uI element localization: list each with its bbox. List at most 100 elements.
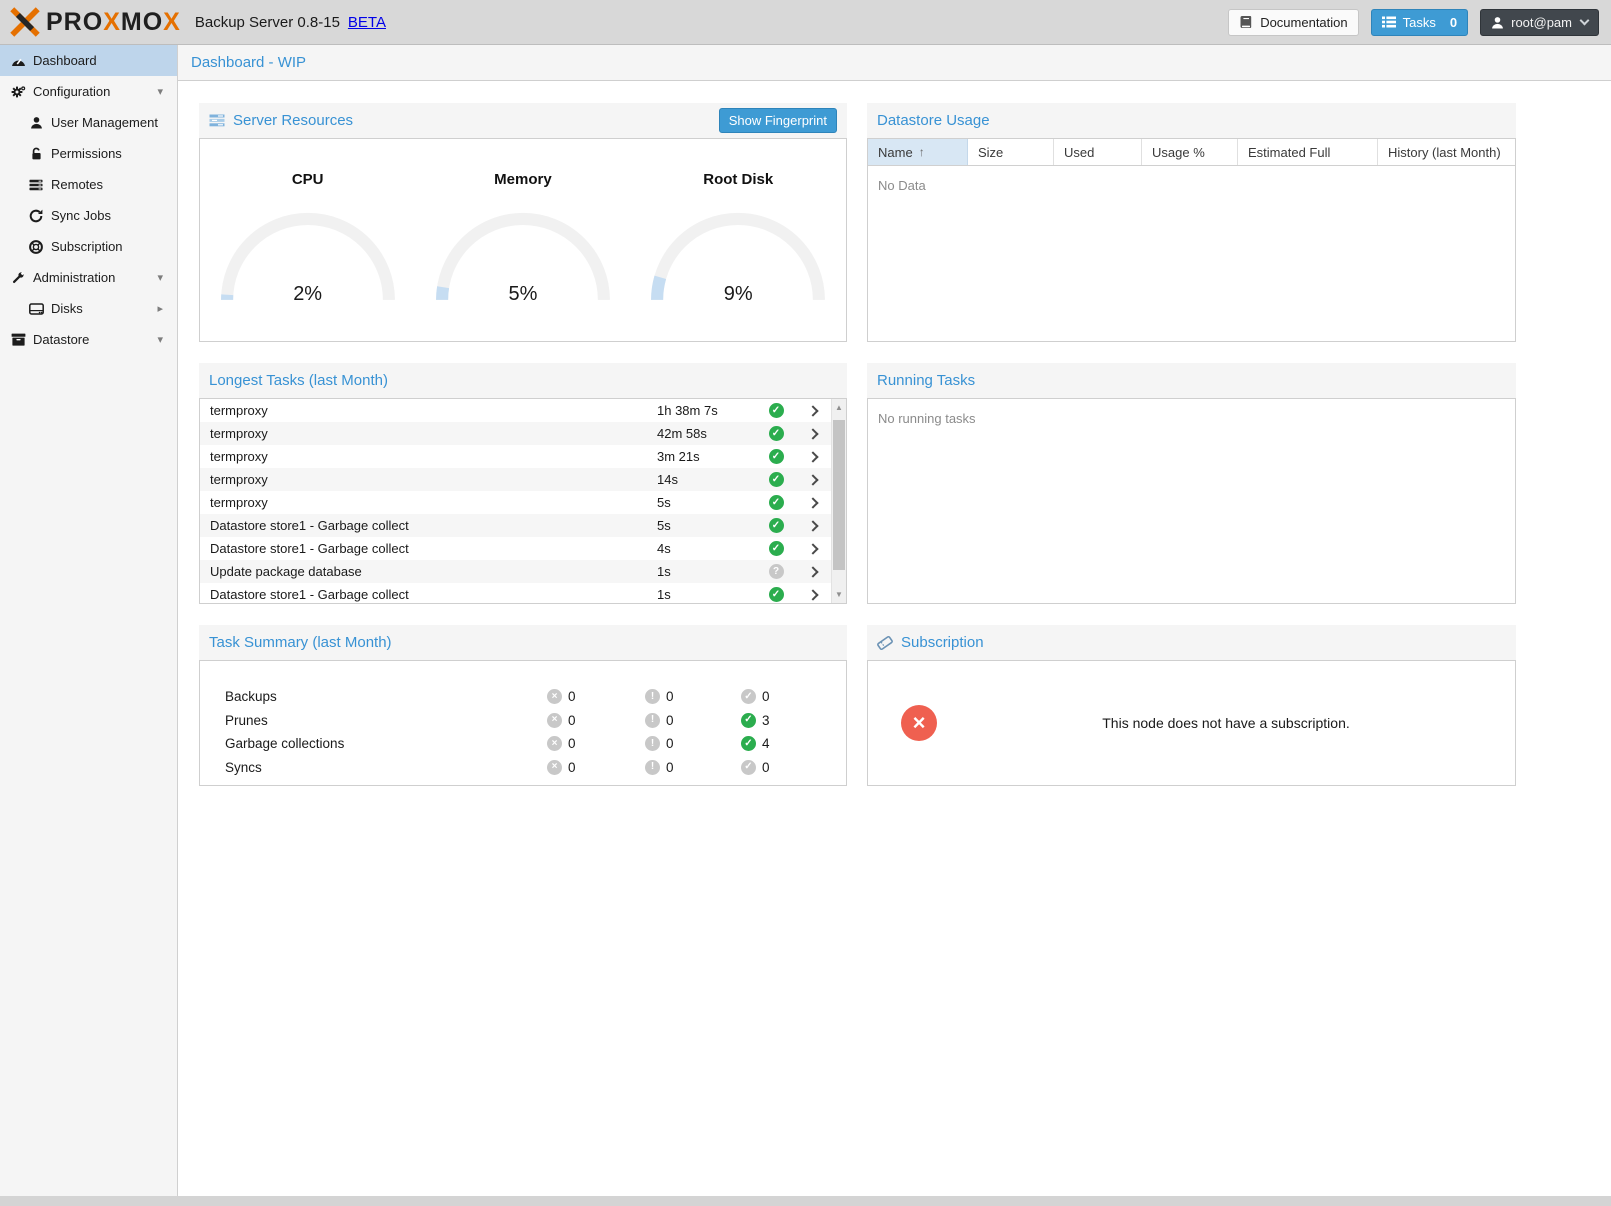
life-ring-icon (28, 240, 44, 254)
error-count-icon (547, 760, 562, 775)
sidebar-item-dashboard[interactable]: Dashboard (0, 45, 177, 76)
panel-title: Longest Tasks (last Month) (209, 372, 388, 389)
task-row[interactable]: Datastore store1 - Garbage collect 5s (200, 514, 831, 537)
column-header-estimated-full[interactable]: Estimated Full (1238, 139, 1378, 165)
task-status-icon (769, 541, 784, 556)
chevron-right-icon (807, 497, 818, 508)
chevron-right-icon (807, 428, 818, 439)
expand-right-icon[interactable]: ▸ (157, 302, 163, 315)
chevron-right-icon (807, 451, 818, 462)
proxmox-logo: PROXMOX (10, 7, 181, 37)
task-status-icon (769, 495, 784, 510)
panel-title: Running Tasks (877, 372, 975, 389)
cpu-percent-value: 2% (215, 283, 401, 306)
task-row[interactable]: Update package database 1s (200, 560, 831, 583)
scrollbar[interactable]: ▲ ▼ (831, 399, 846, 603)
tachometer-icon (10, 54, 26, 67)
warning-count-icon (645, 713, 660, 728)
column-header-usage-pct[interactable]: Usage % (1142, 139, 1238, 165)
sidebar-item-configuration[interactable]: Configuration ▾ (0, 76, 177, 107)
error-count-icon (547, 736, 562, 751)
task-row[interactable]: termproxy 5s (200, 491, 831, 514)
error-count-icon (547, 689, 562, 704)
chevron-down-icon (1580, 15, 1590, 25)
ok-count-icon (741, 736, 756, 751)
subscription-message: This node does not have a subscription. (937, 715, 1515, 731)
collapse-arrow-icon[interactable]: ▾ (157, 85, 163, 98)
empty-table-text: No Data (868, 166, 1515, 205)
chevron-right-icon (807, 543, 818, 554)
root-disk-gauge: Root Disk 9% (631, 171, 846, 308)
product-version-label: Backup Server 0.8-15 (195, 14, 340, 31)
datastore-usage-panel: Datastore Usage Name ↑ Size Used Usage %… (867, 103, 1516, 342)
task-status-icon (769, 472, 784, 487)
sidebar-item-remotes[interactable]: Remotes (0, 169, 177, 200)
beta-link[interactable]: BETA (348, 14, 386, 31)
task-status-icon (769, 426, 784, 441)
gears-icon (10, 85, 26, 99)
summary-row-garbage-collections: Garbage collections 0 0 4 (200, 732, 846, 756)
tasks-list-icon (1382, 16, 1396, 28)
longest-tasks-panel: Longest Tasks (last Month) termproxy 1h … (199, 363, 847, 604)
tasks-count-badge: 0 (1450, 15, 1457, 30)
task-row[interactable]: termproxy 3m 21s (200, 445, 831, 468)
user-icon (1491, 16, 1504, 29)
sidebar-nav: Dashboard Configuration ▾ User Managemen… (0, 45, 178, 1196)
sidebar-item-user-management[interactable]: User Management (0, 107, 177, 138)
sidebar-item-datastore[interactable]: Datastore ▾ (0, 324, 177, 355)
task-status-icon (769, 564, 784, 579)
server-list-icon (28, 179, 44, 191)
panel-title: Datastore Usage (877, 112, 990, 129)
page-titlebar: Dashboard - WIP (178, 45, 1611, 81)
task-row[interactable]: termproxy 14s (200, 468, 831, 491)
ok-count-icon (741, 689, 756, 704)
collapse-arrow-icon[interactable]: ▾ (157, 333, 163, 346)
user-menu-button[interactable]: root@pam (1480, 9, 1599, 36)
sidebar-item-disks[interactable]: Disks ▸ (0, 293, 177, 324)
dashboard-content: Server Resources Show Fingerprint CPU 2% (178, 82, 1611, 1196)
panel-title: Subscription (901, 634, 984, 651)
task-row[interactable]: termproxy 1h 38m 7s (200, 399, 831, 422)
chevron-right-icon (807, 474, 818, 485)
chevron-right-icon (807, 566, 818, 577)
documentation-button[interactable]: Documentation (1228, 9, 1358, 36)
hdd-icon (28, 303, 44, 315)
error-count-icon (547, 713, 562, 728)
sidebar-item-administration[interactable]: Administration ▾ (0, 262, 177, 293)
column-header-size[interactable]: Size (968, 139, 1054, 165)
task-status-icon (769, 587, 784, 602)
sidebar-item-permissions[interactable]: Permissions (0, 138, 177, 169)
show-fingerprint-button[interactable]: Show Fingerprint (719, 108, 837, 133)
scroll-up-arrow[interactable]: ▲ (832, 400, 846, 415)
column-header-name[interactable]: Name ↑ (868, 139, 968, 165)
column-header-history[interactable]: History (last Month) (1378, 139, 1515, 165)
running-tasks-panel: Running Tasks No running tasks (867, 363, 1516, 604)
ok-count-icon (741, 760, 756, 775)
sidebar-item-sync-jobs[interactable]: Sync Jobs (0, 200, 177, 231)
scrollbar-thumb[interactable] (833, 420, 845, 570)
ticket-icon (877, 635, 893, 651)
task-row[interactable]: Datastore store1 - Garbage collect 4s (200, 537, 831, 560)
warning-count-icon (645, 689, 660, 704)
column-header-used[interactable]: Used (1054, 139, 1142, 165)
panel-title: Task Summary (last Month) (209, 634, 392, 651)
tasks-button[interactable]: Tasks 0 (1371, 9, 1468, 36)
task-summary-panel: Task Summary (last Month) Backups 0 0 0 … (199, 625, 847, 786)
summary-row-syncs: Syncs 0 0 0 (200, 756, 846, 780)
collapse-arrow-icon[interactable]: ▾ (157, 271, 163, 284)
page-title: Dashboard - WIP (191, 54, 306, 71)
task-row[interactable]: Datastore store1 - Garbage collect 1s (200, 583, 831, 604)
wrench-icon (10, 271, 26, 285)
bottom-strip (0, 1196, 1611, 1206)
ok-count-icon (741, 713, 756, 728)
user-icon (28, 116, 44, 129)
task-row[interactable]: termproxy 42m 58s (200, 422, 831, 445)
summary-row-backups: Backups 0 0 0 (200, 685, 846, 709)
scroll-down-arrow[interactable]: ▼ (832, 587, 846, 602)
warning-count-icon (645, 760, 660, 775)
summary-row-prunes: Prunes 0 0 3 (200, 709, 846, 733)
empty-list-text: No running tasks (868, 399, 1515, 438)
task-status-icon (769, 403, 784, 418)
sidebar-item-subscription[interactable]: Subscription (0, 231, 177, 262)
sort-asc-icon: ↑ (919, 145, 925, 159)
